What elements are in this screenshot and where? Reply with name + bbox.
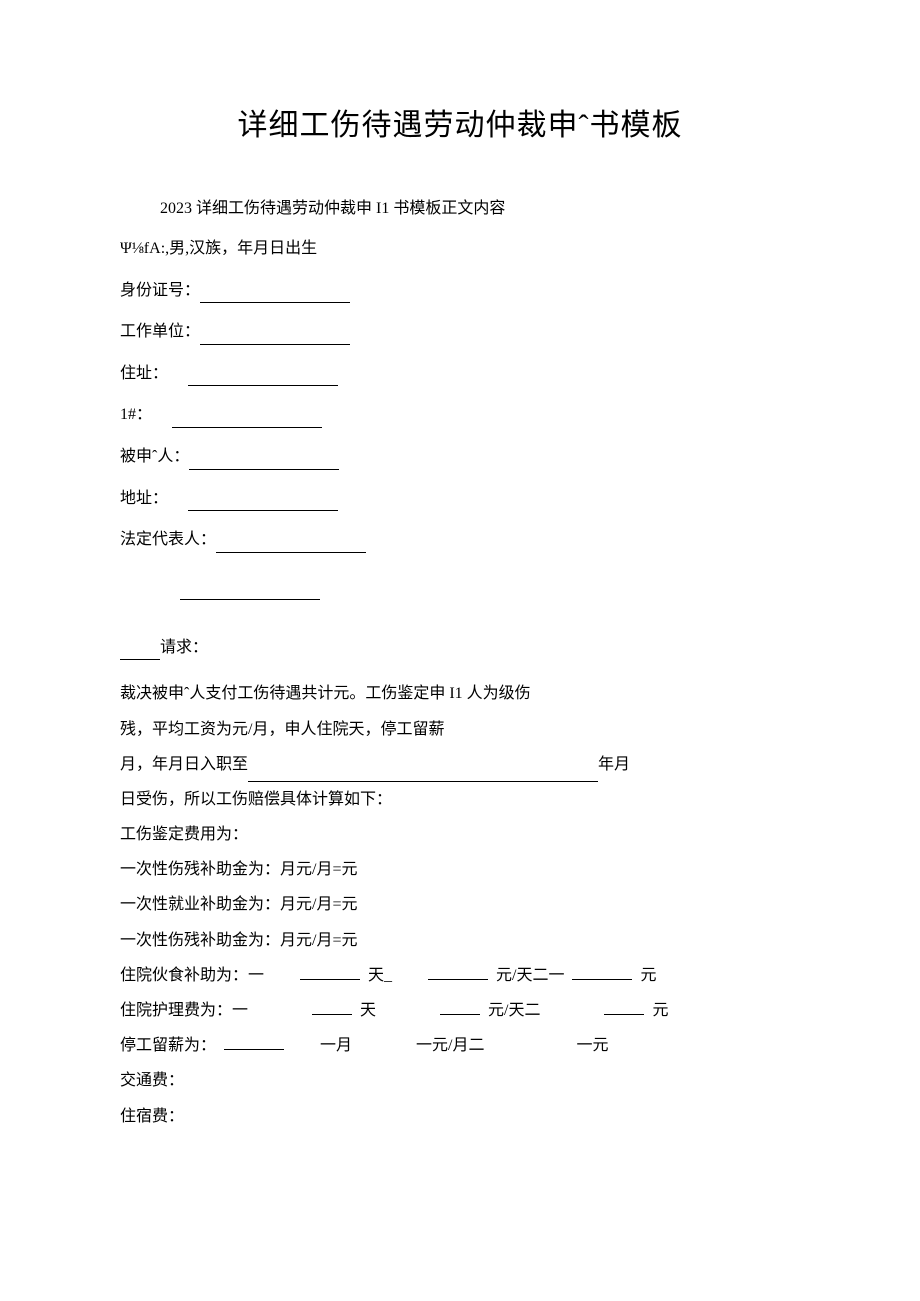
- document-title: 详细工伤待遇劳动仲裁申ˆ书模板: [120, 100, 800, 144]
- calc-line-hospital-care: 住院护理费为：一 天 元/天二 元: [120, 993, 800, 1028]
- calc-unit: 元: [652, 993, 668, 1028]
- blank-underline: [300, 964, 360, 980]
- blank-underline: [248, 766, 598, 782]
- blank-underline: [312, 999, 352, 1015]
- blank-underline: [189, 454, 339, 470]
- body-paragraph: 日受伤，所以工伤赔偿具体计算如下：: [120, 782, 800, 817]
- calc-unit: 天: [360, 993, 376, 1028]
- blank-underline: [224, 1034, 284, 1050]
- blank-underline: [200, 329, 350, 345]
- blank-underline: [120, 644, 160, 660]
- calc-line: 一次性伤残补助金为：月元/月=元: [120, 923, 800, 958]
- calc-unit: 元: [640, 958, 656, 993]
- calc-unit: 元/天二: [488, 993, 540, 1028]
- field-label: 工作单位：: [120, 323, 200, 340]
- field-respondent: 被申ˆ人：: [120, 444, 800, 470]
- request-label-line: 请求：: [120, 635, 800, 661]
- blank-underline: [188, 370, 338, 386]
- calc-line: 一次性就业补助金为：月元/月=元: [120, 887, 800, 922]
- field-respondent-address: 地址：: [120, 486, 800, 512]
- body-paragraph: 裁决被申ˆ人支付工伤待遇共计元。工伤鉴定申 I1 人为级伤: [120, 676, 800, 711]
- field-phone: 1#：: [120, 402, 800, 428]
- field-work-unit: 工作单位：: [120, 319, 800, 345]
- document-page: 详细工伤待遇劳动仲裁申ˆ书模板 2023 详细工伤待遇劳动仲裁申 I1 书模板正…: [0, 0, 920, 1194]
- body-paragraph: 月，年月日入职至 年月: [120, 747, 800, 782]
- calc-unit: 一月: [320, 1028, 352, 1063]
- blank-underline: [216, 537, 366, 553]
- calc-line-hospital-food: 住院伙食补助为：一 天_ 元/天二一 元: [120, 958, 800, 993]
- blank-underline: [428, 964, 488, 980]
- request-body: 裁决被申ˆ人支付工伤待遇共计元。工伤鉴定申 I1 人为级伤 残，平均工资为元/月…: [120, 676, 800, 1133]
- blank-underline: [604, 999, 644, 1015]
- blank-underline: [188, 495, 338, 511]
- calc-label: 住院护理费为：一: [120, 993, 248, 1028]
- calc-line-transport: 交通费：: [120, 1063, 800, 1098]
- calc-unit: 一元: [576, 1028, 608, 1063]
- calc-line-leave-pay: 停工留薪为： 一月 一元/月二 一元: [120, 1028, 800, 1063]
- separator-line: [120, 569, 800, 625]
- document-subtitle: 2023 详细工伤待遇劳动仲裁申 I1 书模板正文内容: [160, 194, 800, 218]
- applicant-info-line: Ψ⅛fA:,男,汉族，年月日出生: [120, 236, 800, 262]
- field-label: 被申ˆ人：: [120, 448, 189, 465]
- field-address: 住址：: [120, 361, 800, 387]
- calc-label: 住院伙食补助为：一: [120, 958, 264, 993]
- blank-underline: [572, 964, 632, 980]
- field-label: 法定代表人：: [120, 531, 216, 548]
- blank-underline: [200, 287, 350, 303]
- calc-unit: 元/天二一: [496, 958, 564, 993]
- field-label: 身份证号：: [120, 282, 200, 299]
- blank-underline: [172, 412, 322, 428]
- calc-unit: 一元/月二: [416, 1028, 484, 1063]
- field-label: 住址：: [120, 365, 168, 382]
- request-label: 请求：: [160, 639, 208, 656]
- calc-unit: 天_: [368, 958, 392, 993]
- calc-line: 一次性伤残补助金为：月元/月=元: [120, 852, 800, 887]
- field-label: 地址：: [120, 490, 168, 507]
- body-text-span: 月，年月日入职至: [120, 756, 248, 773]
- field-legal-rep: 法定代表人：: [120, 527, 800, 553]
- field-label: 1#：: [120, 406, 152, 423]
- calc-line: 工伤鉴定费用为：: [120, 817, 800, 852]
- field-id-card: 身份证号：: [120, 278, 800, 304]
- body-text-span: 年月: [598, 756, 630, 773]
- calc-label: 停工留薪为：: [120, 1028, 216, 1063]
- body-paragraph: 残，平均工资为元/月，申人住院天，停工留薪: [120, 712, 800, 747]
- blank-underline: [440, 999, 480, 1015]
- calc-line-lodging: 住宿费：: [120, 1099, 800, 1134]
